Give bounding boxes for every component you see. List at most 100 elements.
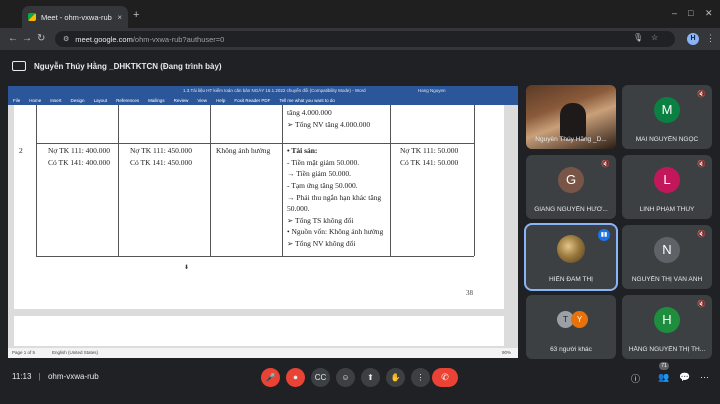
page-number: 38 bbox=[466, 289, 473, 297]
browser-tab-bar: Meet - ohm-vxwa-rub × + – □ ✕ bbox=[0, 0, 720, 28]
participant-tile[interactable]: 🔇 N NGUYỄN THỊ VÂN ANH bbox=[622, 225, 712, 289]
avatar: L bbox=[654, 167, 680, 193]
word-document-title: 1.3.Tài liệu HT kiểm toán căn bản NGÀY 1… bbox=[183, 88, 366, 93]
emoji-button[interactable]: ☺ bbox=[336, 368, 355, 387]
table-cell: Nợ TK 111: 400.000 Có TK 141: 400.000 bbox=[48, 146, 111, 167]
meeting-details-icon[interactable]: ⓘ bbox=[631, 372, 640, 385]
others-tile[interactable]: T Y 63 người khác bbox=[526, 295, 616, 359]
browser-menu-icon[interactable]: ⋮ bbox=[706, 33, 715, 44]
avatar: G bbox=[558, 167, 584, 193]
presenter-bar: Nguyễn Thúy Hằng _DHKTKTCN (Đang trình b… bbox=[0, 50, 720, 82]
table-border bbox=[210, 105, 211, 256]
participant-tile-active-speaker[interactable]: ▮▮ HIỀN ĐÀM THỊ bbox=[526, 225, 616, 289]
table-border bbox=[36, 256, 474, 257]
address-bar-row: ← → ↻ ⚙ meet.google.com /ohm-vxwa-rub?au… bbox=[0, 28, 720, 50]
profile-avatar[interactable]: H bbox=[687, 33, 699, 45]
status-zoom: 90% bbox=[502, 350, 512, 355]
site-info-icon[interactable]: ⚙ bbox=[63, 35, 69, 43]
mic-off-icon: 🔇 bbox=[601, 161, 610, 168]
presenting-screen-icon bbox=[12, 61, 26, 71]
avatar: M bbox=[654, 97, 680, 123]
ribbon-view: View bbox=[197, 97, 208, 103]
participant-name: 63 người khác bbox=[550, 346, 592, 353]
mouse-cursor-icon: ⬇ bbox=[184, 265, 190, 271]
raise-hand-button[interactable]: ✋ bbox=[386, 368, 405, 387]
participant-tile[interactable]: 🔇 G GIANG NGUYỄN HƯƠ... bbox=[526, 155, 616, 219]
url-input[interactable]: ⚙ meet.google.com /ohm-vxwa-rub?authuser… bbox=[55, 31, 675, 47]
people-icon[interactable]: 👥 bbox=[658, 372, 669, 383]
participant-name: LINH PHẠM THÙY bbox=[639, 206, 695, 213]
ribbon-foxit: Foxit Reader PDF bbox=[234, 97, 271, 103]
meeting-code: ohm-vxwa-rub bbox=[47, 372, 99, 381]
meeting-info: 11:13 | ohm-vxwa-rub bbox=[12, 372, 99, 381]
ribbon-file: File bbox=[13, 97, 21, 103]
status-language: English (United States) bbox=[52, 350, 99, 355]
meet-favicon-icon bbox=[28, 13, 36, 21]
window-close-icon[interactable]: ✕ bbox=[705, 8, 713, 19]
star-icon[interactable]: ☆ bbox=[651, 33, 658, 42]
avatar bbox=[557, 235, 585, 263]
ribbon-design: Design bbox=[70, 97, 85, 103]
meeting-controls-bar: 11:13 | ohm-vxwa-rub 🎤 ⏺ CC ☺ ⬆ ✋ ⋮ ✆ ⓘ … bbox=[0, 362, 720, 404]
table-border bbox=[118, 105, 119, 256]
table-cell-stt: 2 bbox=[19, 146, 23, 155]
ribbon-mailings: Mailings bbox=[148, 97, 165, 103]
ribbon-references: References bbox=[116, 97, 140, 103]
table-cell: • Tài sản: - Tiền mặt giảm 50.000. → Tiề… bbox=[287, 146, 384, 248]
present-button[interactable]: ⬆ bbox=[361, 368, 380, 387]
participant-tile[interactable]: 🔇 L LINH PHẠM THÙY bbox=[622, 155, 712, 219]
back-icon[interactable]: ← bbox=[8, 33, 18, 44]
chat-icon[interactable]: 💬 bbox=[679, 372, 690, 383]
minimize-icon[interactable]: – bbox=[672, 8, 677, 18]
reload-icon[interactable]: ↻ bbox=[37, 33, 45, 44]
participant-name: GIANG NGUYỄN HƯƠ... bbox=[534, 206, 608, 213]
participant-name: HIỀN ĐÀM THỊ bbox=[549, 276, 593, 283]
participant-name: HẰNG NGUYỄN THỊ TH... bbox=[628, 346, 706, 353]
participant-name: NGUYỄN THỊ VÂN ANH bbox=[631, 276, 703, 283]
participant-name: Nguyễn Thúy Hằng _D... bbox=[535, 136, 607, 143]
mic-off-icon: 🔇 bbox=[697, 231, 706, 238]
table-border bbox=[36, 143, 474, 144]
word-status-bar: Page 1 of 5 English (United States) 90% bbox=[8, 348, 518, 358]
ribbon-insert: Insert bbox=[50, 97, 62, 103]
speaking-indicator-icon: ▮▮ bbox=[598, 229, 610, 241]
avatar: Y bbox=[571, 311, 588, 328]
maximize-icon[interactable]: □ bbox=[688, 8, 693, 18]
tab-close-icon[interactable]: × bbox=[117, 13, 122, 22]
table-border bbox=[474, 105, 475, 256]
table-border bbox=[390, 105, 391, 256]
participant-count-badge: 71 bbox=[659, 362, 669, 370]
document-page: tăng 4.000.000 ➢ Tổng NV tăng 4.000.000 … bbox=[14, 105, 504, 309]
participant-tile[interactable]: 🔇 M MAI NGUYỄN NGỌC bbox=[622, 85, 712, 149]
ribbon-review: Review bbox=[173, 97, 189, 103]
word-ribbon: File Home Insert Design Layout Reference… bbox=[8, 95, 518, 105]
leave-call-button[interactable]: ✆ bbox=[432, 368, 458, 387]
document-next-page bbox=[14, 316, 504, 346]
participant-tile[interactable]: 🔇 H HẰNG NGUYỄN THỊ TH... bbox=[622, 295, 712, 359]
mic-off-icon: 🔇 bbox=[697, 161, 706, 168]
url-host: meet.google.com bbox=[75, 34, 133, 44]
table-cell: tăng 4.000.000 ➢ Tổng NV tăng 4.000.000 bbox=[287, 108, 371, 129]
avatar: H bbox=[654, 307, 680, 333]
browser-tab[interactable]: Meet - ohm-vxwa-rub × bbox=[22, 6, 128, 28]
activities-icon[interactable]: ⋯ bbox=[700, 372, 709, 383]
word-title-bar: 1.3.Tài liệu HT kiểm toán căn bản NGÀY 1… bbox=[8, 86, 518, 95]
ribbon-layout: Layout bbox=[93, 97, 108, 103]
table-cell: Nợ TK 111: 50.000 Có TK 141: 50.000 bbox=[400, 146, 459, 167]
camera-off-button[interactable]: ⏺ bbox=[286, 368, 305, 387]
status-page: Page 1 of 5 bbox=[12, 350, 36, 355]
participant-tile[interactable]: Nguyễn Thúy Hằng _D... bbox=[526, 85, 616, 149]
table-border bbox=[36, 105, 37, 256]
participant-person bbox=[560, 103, 586, 139]
mic-permission-icon[interactable]: 🎙 bbox=[633, 33, 643, 42]
tab-title: Meet - ohm-vxwa-rub bbox=[41, 12, 112, 22]
presenter-label: Nguyễn Thúy Hằng _DHKTKTCN (Đang trình b… bbox=[34, 62, 222, 71]
captions-button[interactable]: CC bbox=[311, 368, 330, 387]
forward-icon[interactable]: → bbox=[22, 33, 32, 44]
current-time: 11:13 bbox=[12, 372, 32, 381]
more-options-button[interactable]: ⋮ bbox=[411, 368, 430, 387]
new-tab-icon[interactable]: + bbox=[133, 9, 139, 21]
mic-off-icon: 🔇 bbox=[697, 301, 706, 308]
mic-off-button[interactable]: 🎤 bbox=[261, 368, 280, 387]
table-cell: Không ảnh hưởng bbox=[216, 146, 271, 155]
